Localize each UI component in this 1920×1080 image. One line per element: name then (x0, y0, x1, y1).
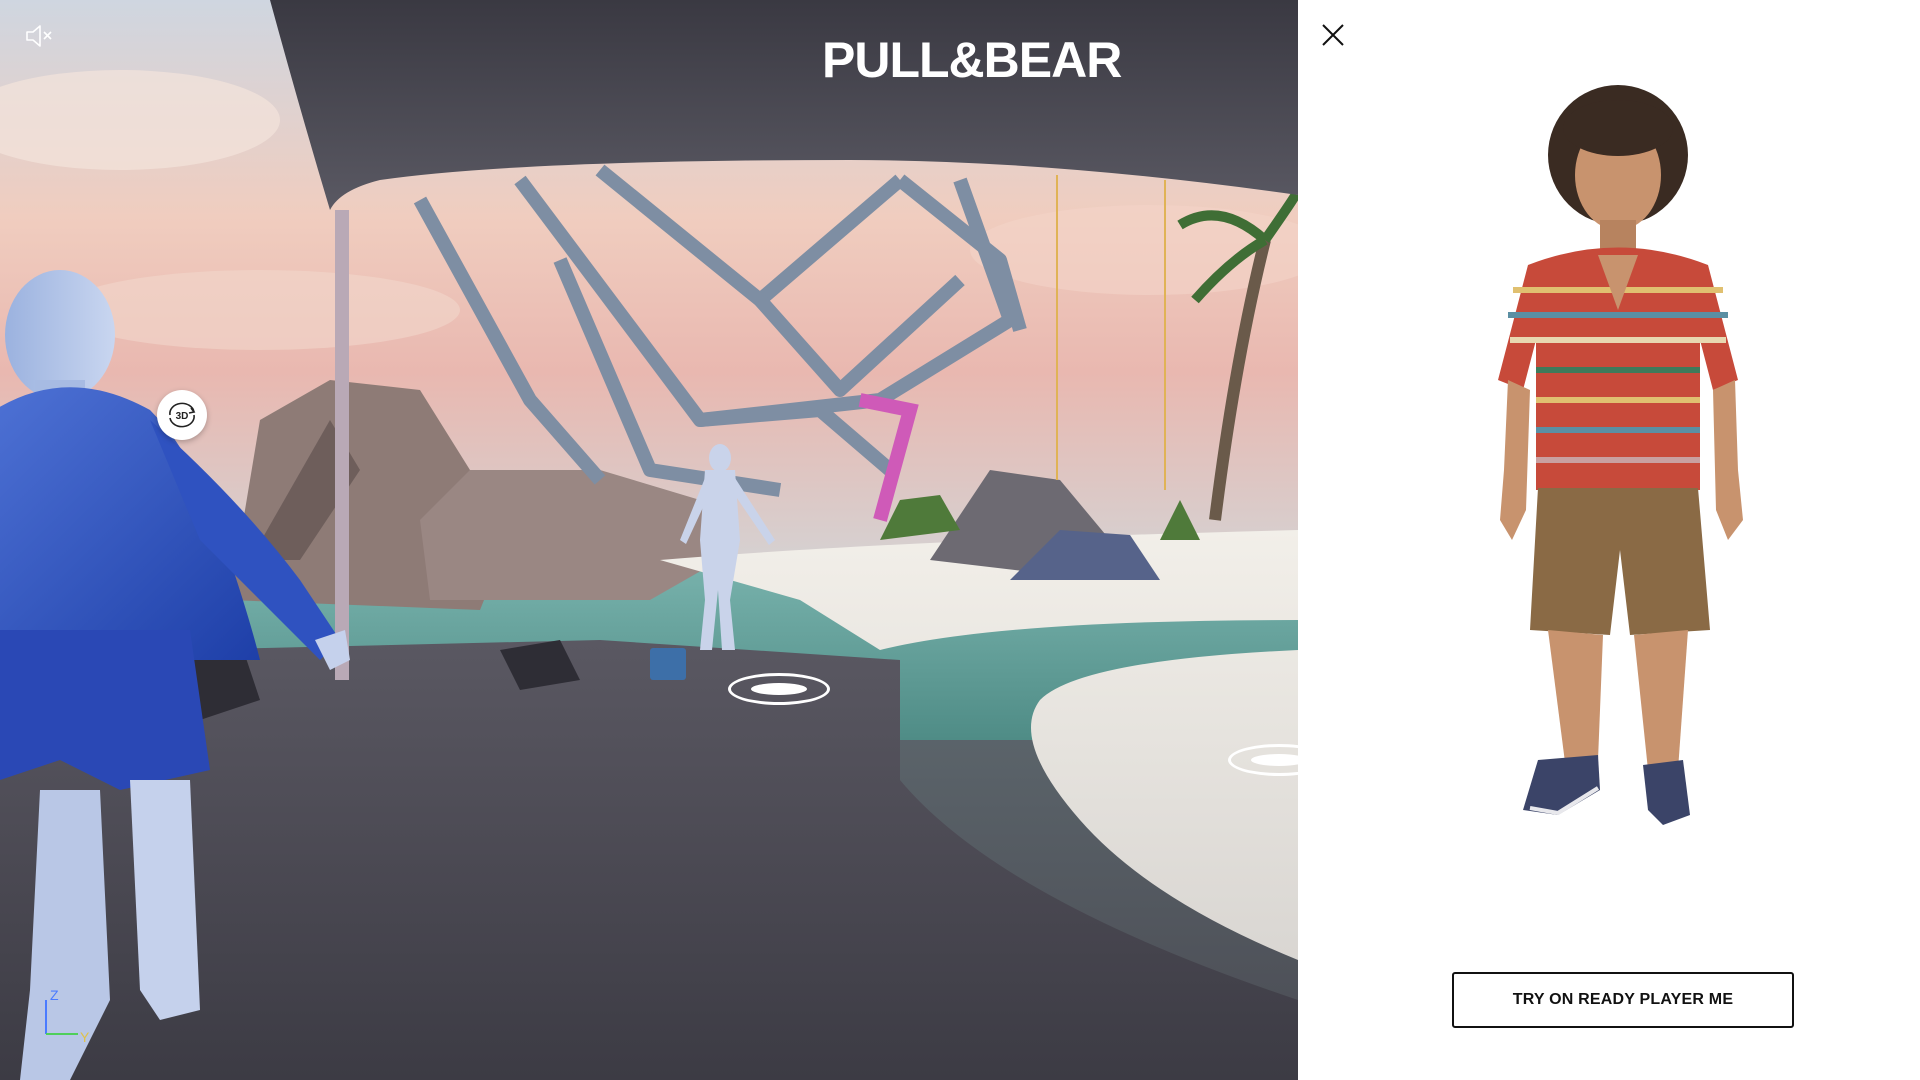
hotspot-dot (751, 683, 807, 695)
try-on-ready-player-me-button[interactable]: TRY ON READY PLAYER ME (1452, 972, 1794, 1028)
scene-illustration (0, 0, 1298, 1080)
brand-logo: PULL&BEAR (822, 32, 1122, 88)
virtual-store-scene[interactable]: PULL&BEAR 3D Z Y (0, 0, 1298, 1080)
axis-label-z: Z (50, 988, 59, 1003)
floor-hotspot-center[interactable] (728, 673, 830, 705)
axis-label-y: Y (80, 1029, 90, 1045)
rotate-3d-icon: 3D (169, 402, 196, 428)
mute-button[interactable] (22, 20, 56, 52)
view-3d-label: 3D (176, 411, 189, 422)
avatar-preview[interactable] (1438, 70, 1798, 920)
view-3d-button[interactable]: 3D (157, 390, 207, 440)
product-panel: TRY ON READY PLAYER ME (1298, 0, 1920, 1080)
close-button[interactable] (1318, 20, 1348, 50)
speaker-muted-icon (26, 25, 52, 47)
axis-gizmo: Z Y (45, 988, 90, 1045)
close-icon (1322, 24, 1344, 46)
hotspot-dot (1251, 754, 1298, 766)
